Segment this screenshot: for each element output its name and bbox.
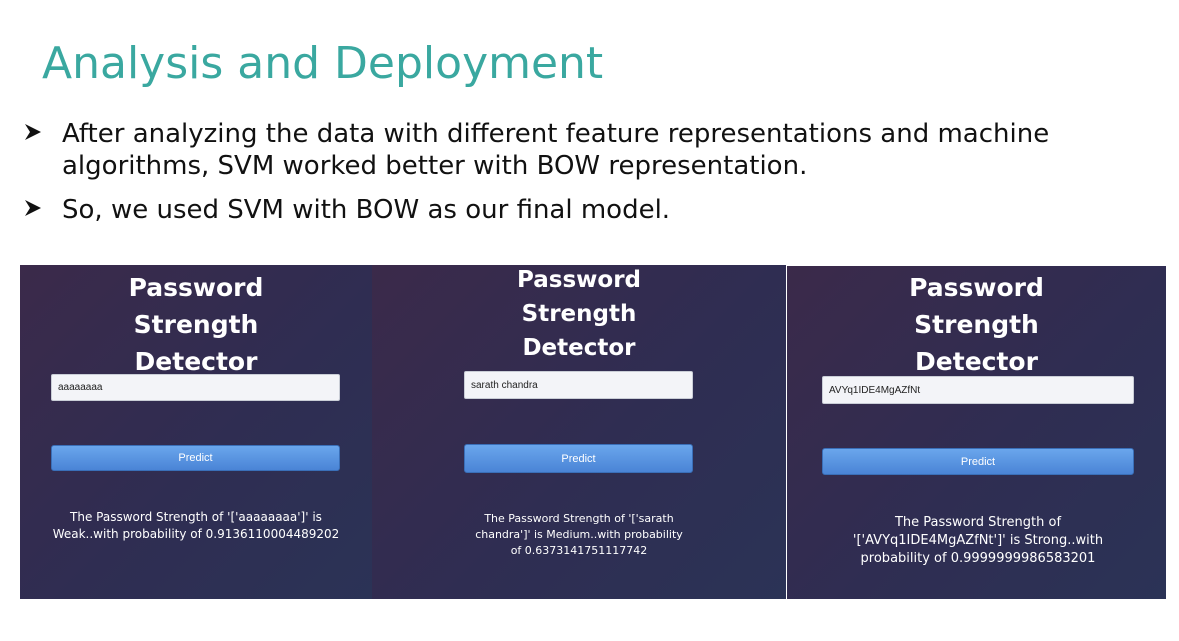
prediction-result: The Password Strength of '['sarath chand… [475,512,683,557]
password-detector-panel-strong: Password Strength Detector Predict The P… [787,266,1166,599]
arrow-bullet-icon [22,118,62,146]
bullet-text: After analyzing the data with different … [62,119,1050,181]
arrow-bullet-icon [22,194,62,222]
bullet-list: After analyzing the data with different … [22,118,1162,238]
bullet-item: So, we used SVM with BOW as our final mo… [22,194,1162,226]
password-input[interactable] [822,376,1134,404]
panel-title: Password Strength Detector [128,273,264,376]
password-detector-panel-medium: Password Strength Detector Predict The P… [372,265,786,599]
password-input[interactable] [51,374,340,401]
panel-title: Password Strength Detector [909,273,1044,376]
password-input[interactable] [464,371,693,399]
bullet-text: So, we used SVM with BOW as our final mo… [62,195,671,225]
slide-title: Analysis and Deployment [42,38,604,89]
prediction-result: The Password Strength of '['AVYq1IDE4MgA… [852,515,1104,566]
prediction-result: The Password Strength of '['aaaaaaaa']' … [52,510,340,541]
predict-button[interactable]: Predict [822,448,1134,475]
predict-button[interactable]: Predict [464,444,693,473]
panel-title: Password Strength Detector [517,267,641,361]
bullet-item: After analyzing the data with different … [22,118,1162,182]
predict-button[interactable]: Predict [51,445,340,471]
password-detector-panel-weak: Password Strength Detector Predict The P… [20,265,372,599]
